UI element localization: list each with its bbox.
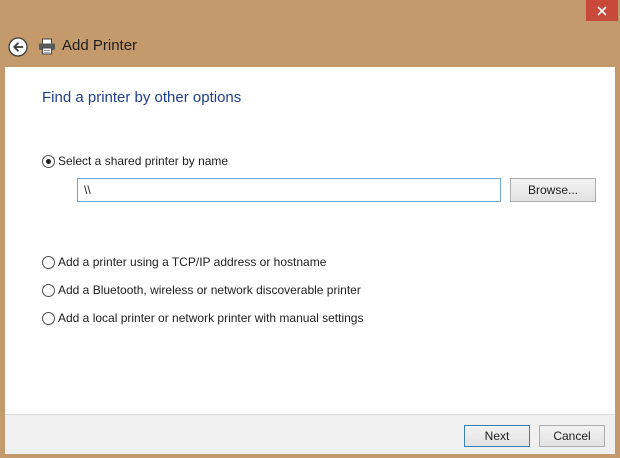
wizard-header: Add Printer [0,30,620,64]
option-label: Add a Bluetooth, wireless or network dis… [58,283,361,297]
next-button[interactable]: Next [464,425,530,447]
option-tcp-ip[interactable]: Add a printer using a TCP/IP address or … [42,255,326,269]
back-button[interactable] [8,37,28,57]
option-shared-printer[interactable]: Select a shared printer by name [42,154,228,168]
radio-button[interactable] [42,255,55,269]
close-icon [597,5,607,16]
radio-button[interactable] [42,283,55,297]
browse-button[interactable]: Browse... [510,178,596,202]
option-local-manual[interactable]: Add a local printer or network printer w… [42,311,363,325]
printer-icon [39,38,55,55]
page-heading: Find a printer by other options [42,89,242,106]
option-label: Add a printer using a TCP/IP address or … [58,255,327,269]
content-panel: Find a printer by other options Select a… [5,67,615,414]
wizard-footer: Next Cancel [5,414,615,454]
back-arrow-icon [8,37,28,57]
cancel-button[interactable]: Cancel [539,425,605,447]
window-title: Add Printer [62,37,138,54]
radio-button[interactable] [42,311,55,325]
option-bluetooth-wireless[interactable]: Add a Bluetooth, wireless or network dis… [42,283,361,297]
radio-button[interactable] [42,154,55,168]
shared-printer-name-input[interactable] [77,178,501,202]
option-label: Add a local printer or network printer w… [58,311,364,325]
option-label: Select a shared printer by name [58,154,229,168]
window-close-button[interactable] [586,0,618,21]
